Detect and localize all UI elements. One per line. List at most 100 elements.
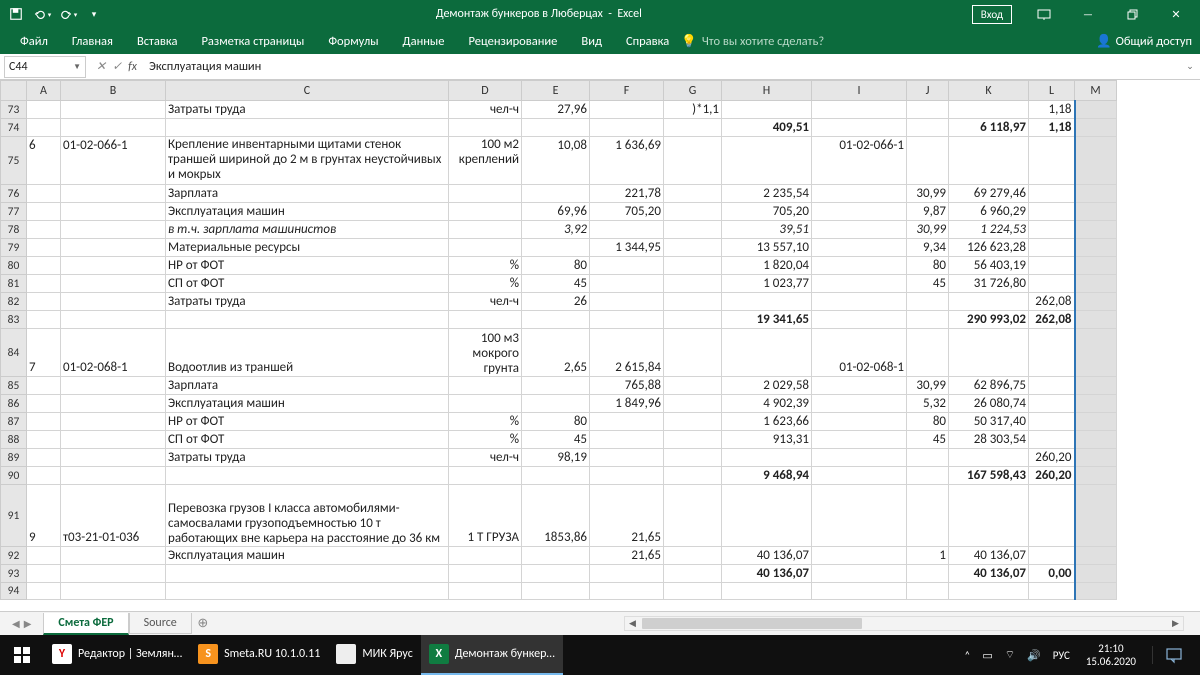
add-sheet-button[interactable]: ⊕ bbox=[192, 616, 214, 631]
cell[interactable]: 1 Т ГРУЗА bbox=[449, 485, 522, 547]
cell[interactable]: 30,99 bbox=[907, 221, 949, 239]
cell[interactable]: 3,92 bbox=[522, 221, 590, 239]
cell[interactable] bbox=[812, 467, 907, 485]
cell[interactable] bbox=[522, 467, 590, 485]
cell[interactable]: 40 136,07 bbox=[949, 547, 1029, 565]
cell[interactable] bbox=[61, 565, 166, 583]
cell[interactable] bbox=[590, 431, 664, 449]
cell[interactable] bbox=[1029, 431, 1075, 449]
cell[interactable] bbox=[812, 449, 907, 467]
cell[interactable]: 27,96 bbox=[522, 101, 590, 119]
tab-review[interactable]: Рецензирование bbox=[456, 30, 569, 53]
row-header[interactable]: 86 bbox=[1, 395, 27, 413]
cell[interactable] bbox=[1029, 203, 1075, 221]
cell[interactable]: 80 bbox=[522, 413, 590, 431]
cell[interactable]: в т.ч. зарплата машинистов bbox=[166, 221, 449, 239]
row-header[interactable]: 90 bbox=[1, 467, 27, 485]
cell[interactable] bbox=[812, 583, 907, 600]
cell[interactable]: 28 303,54 bbox=[949, 431, 1029, 449]
spreadsheet-grid[interactable]: ABCDEFGHIJKLM73Затраты трудачел-ч27,96)*… bbox=[0, 80, 1117, 600]
cell[interactable] bbox=[812, 221, 907, 239]
cell[interactable]: 13 557,10 bbox=[722, 239, 812, 257]
cell[interactable] bbox=[590, 119, 664, 137]
cell[interactable]: Эксплуатация машин bbox=[166, 395, 449, 413]
cell[interactable] bbox=[61, 203, 166, 221]
cell[interactable] bbox=[907, 311, 949, 329]
cell[interactable] bbox=[1029, 257, 1075, 275]
cell[interactable] bbox=[27, 221, 61, 239]
cell[interactable] bbox=[1029, 583, 1075, 600]
cell[interactable] bbox=[449, 565, 522, 583]
row-header[interactable]: 73 bbox=[1, 101, 27, 119]
row-header[interactable]: 74 bbox=[1, 119, 27, 137]
cell[interactable]: 69 279,46 bbox=[949, 185, 1029, 203]
ribbon-display-options[interactable] bbox=[1024, 0, 1064, 28]
column-header[interactable]: D bbox=[449, 81, 522, 101]
cell[interactable] bbox=[1075, 293, 1117, 311]
cell[interactable]: 1,18 bbox=[1029, 101, 1075, 119]
language-indicator[interactable]: РУС bbox=[1053, 649, 1070, 662]
cell[interactable] bbox=[449, 221, 522, 239]
cell[interactable] bbox=[449, 203, 522, 221]
minimize-button[interactable]: — bbox=[1068, 0, 1108, 28]
cell[interactable] bbox=[664, 565, 722, 583]
cell[interactable]: 30,99 bbox=[907, 185, 949, 203]
cell[interactable]: НР от ФОТ bbox=[166, 413, 449, 431]
cell[interactable]: 01-02-066-1 bbox=[61, 137, 166, 185]
cell[interactable] bbox=[61, 547, 166, 565]
cell[interactable]: Эксплуатация машин bbox=[166, 547, 449, 565]
cell[interactable]: % bbox=[449, 257, 522, 275]
cell[interactable] bbox=[27, 257, 61, 275]
notification-center[interactable] bbox=[1152, 646, 1194, 664]
cell[interactable] bbox=[1075, 137, 1117, 185]
save-button[interactable] bbox=[4, 2, 28, 26]
tab-insert[interactable]: Вставка bbox=[125, 30, 190, 53]
battery-icon[interactable]: ▭ bbox=[982, 649, 992, 662]
cell[interactable]: 1 224,53 bbox=[949, 221, 1029, 239]
cell[interactable] bbox=[1075, 413, 1117, 431]
close-button[interactable]: ✕ bbox=[1156, 0, 1196, 28]
cancel-formula-icon[interactable]: ✕ bbox=[96, 59, 106, 74]
cell[interactable] bbox=[1029, 547, 1075, 565]
cell[interactable] bbox=[664, 311, 722, 329]
cell[interactable]: СП от ФОТ bbox=[166, 431, 449, 449]
cell[interactable] bbox=[27, 547, 61, 565]
cell[interactable] bbox=[449, 547, 522, 565]
cell[interactable]: чел-ч bbox=[449, 101, 522, 119]
cell[interactable] bbox=[522, 311, 590, 329]
cell[interactable] bbox=[61, 449, 166, 467]
cell[interactable] bbox=[27, 293, 61, 311]
cell[interactable]: 2,65 bbox=[522, 329, 590, 377]
cell[interactable]: )*1,1 bbox=[664, 101, 722, 119]
cell[interactable] bbox=[1075, 329, 1117, 377]
cell[interactable] bbox=[812, 431, 907, 449]
cell[interactable] bbox=[907, 137, 949, 185]
row-header[interactable]: 89 bbox=[1, 449, 27, 467]
cell[interactable] bbox=[722, 137, 812, 185]
cell[interactable] bbox=[949, 329, 1029, 377]
cell[interactable] bbox=[61, 239, 166, 257]
cell[interactable]: 1 623,66 bbox=[722, 413, 812, 431]
cell[interactable] bbox=[907, 329, 949, 377]
cell[interactable]: чел-ч bbox=[449, 293, 522, 311]
tab-layout[interactable]: Разметка страницы bbox=[189, 30, 316, 53]
cell[interactable] bbox=[664, 485, 722, 547]
cell[interactable] bbox=[812, 547, 907, 565]
cell[interactable] bbox=[664, 431, 722, 449]
cell[interactable] bbox=[664, 449, 722, 467]
cell[interactable]: 56 403,19 bbox=[949, 257, 1029, 275]
cell[interactable] bbox=[949, 485, 1029, 547]
cell[interactable]: 26 bbox=[522, 293, 590, 311]
cell[interactable]: 01-02-068-1 bbox=[61, 329, 166, 377]
cell[interactable] bbox=[722, 101, 812, 119]
cell[interactable] bbox=[590, 467, 664, 485]
cell[interactable]: 21,65 bbox=[590, 547, 664, 565]
cell[interactable] bbox=[166, 583, 449, 600]
cell[interactable]: 9 bbox=[27, 485, 61, 547]
cell[interactable] bbox=[27, 203, 61, 221]
cell[interactable]: 45 bbox=[522, 275, 590, 293]
sign-in-button[interactable]: Вход bbox=[972, 5, 1012, 24]
cell[interactable] bbox=[449, 185, 522, 203]
cell[interactable]: НР от ФОТ bbox=[166, 257, 449, 275]
row-header[interactable]: 76 bbox=[1, 185, 27, 203]
